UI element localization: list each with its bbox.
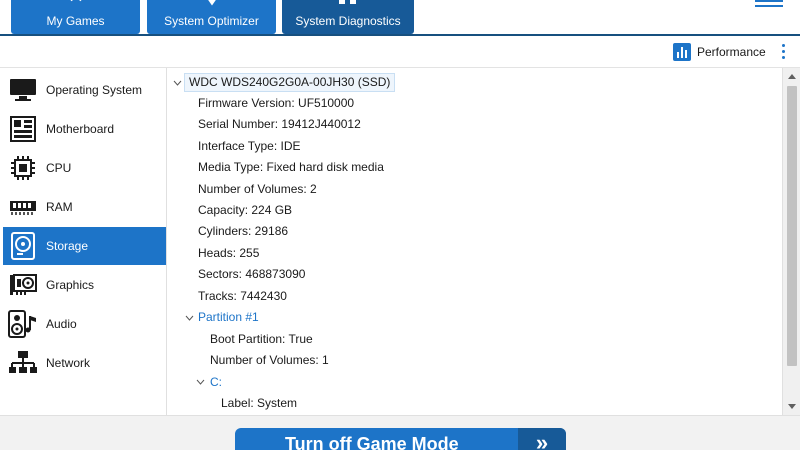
tree-property: Number of Volumes: 2 [198,182,317,196]
vertical-scrollbar[interactable] [782,68,800,415]
double-chevron-right-icon: » [518,428,566,450]
tree-property: Sectors: 468873090 [198,267,306,281]
toolbar: Performance [0,36,800,68]
sidebar-item-label: Motherboard [46,122,115,136]
sidebar-item-label: Audio [46,317,77,331]
network-icon [8,348,38,378]
tab-label: System Optimizer [164,14,259,28]
ram-module-icon [8,192,38,222]
chevron-down-icon[interactable] [196,378,205,387]
sidebar-item-network[interactable]: Network [3,344,166,382]
tree-property: Tracks: 7442430 [198,289,287,303]
tree-property: Cylinders: 29186 [198,224,289,238]
game-mode-button[interactable]: Turn off Game Mode » [235,428,566,450]
sidebar-item-motherboard[interactable]: Motherboard [3,110,166,148]
drive-name: WDC WDS240G2G0A-00JH30 (SSD) [184,73,396,92]
tree-volume-node[interactable]: C: [210,372,222,392]
sidebar-item-ram[interactable]: RAM [3,188,166,226]
tab-my-games[interactable]: My Games [11,0,140,34]
tree-property: Number of Volumes: 1 [210,353,329,367]
tree-property: Label: System [221,396,298,410]
motherboard-icon [8,114,38,144]
graphics-card-icon [8,270,38,300]
hamburger-icon[interactable] [755,0,783,8]
scrollbar-thumb[interactable] [787,86,797,366]
scroll-down-icon[interactable] [788,404,796,409]
performance-button[interactable]: Performance [673,43,766,61]
tree-root-node[interactable]: WDC WDS240G2G0A-00JH30 (SSD) [184,72,396,92]
sidebar: Operating System Motherboard CPU RAM Sto… [0,68,167,415]
sidebar-item-label: CPU [46,161,72,175]
top-navigation: My Games System Optimizer System Diagnos… [0,0,800,36]
sidebar-item-graphics[interactable]: Graphics [3,266,166,304]
sidebar-item-label: RAM [46,200,73,214]
tree-property: Boot Partition: True [210,332,313,346]
sidebar-item-label: Network [46,356,91,370]
tab-label: My Games [46,14,105,28]
sidebar-item-cpu[interactable]: CPU [3,149,166,187]
speaker-icon [8,309,38,339]
tab-label: System Diagnostics [295,14,401,28]
sidebar-item-audio[interactable]: Audio [3,305,166,343]
sidebar-item-label: Graphics [46,278,95,292]
cpu-chip-icon [8,153,38,183]
gamepad-icon [70,0,81,2]
game-mode-label: Turn off Game Mode [285,434,459,450]
tab-system-diagnostics[interactable]: System Diagnostics [282,0,414,34]
diagnostics-icon [339,0,356,4]
tree-property: Interface Type: IDE [198,139,301,153]
performance-label: Performance [697,45,766,59]
tree-property: Heads: 255 [198,246,260,260]
bar-chart-icon [673,43,691,61]
chevron-down-icon[interactable] [173,79,182,88]
tree-property: Serial Number: 19412J440012 [198,117,361,131]
hard-disk-icon [8,231,38,261]
chevron-down-icon[interactable] [185,314,194,323]
sidebar-item-storage[interactable]: Storage [3,227,166,265]
sidebar-item-operating-system[interactable]: Operating System [3,71,166,109]
tree-property: Capacity: 224 GB [198,203,293,217]
bottom-bar: Turn off Game Mode » [0,415,800,450]
kebab-menu-icon[interactable] [780,44,786,62]
sidebar-item-label: Operating System [46,83,143,97]
sidebar-item-label: Storage [46,239,89,253]
tree-partition-node[interactable]: Partition #1 [198,307,259,327]
tab-system-optimizer[interactable]: System Optimizer [147,0,276,34]
scroll-up-icon[interactable] [788,74,796,79]
wrench-icon [207,0,216,6]
storage-tree-view: WDC WDS240G2G0A-00JH30 (SSD) Firmware Ve… [168,68,782,415]
tree-property: Media Type: Fixed hard disk media [198,160,384,174]
monitor-icon [8,75,38,105]
tree-property: Firmware Version: UF510000 [198,96,355,110]
